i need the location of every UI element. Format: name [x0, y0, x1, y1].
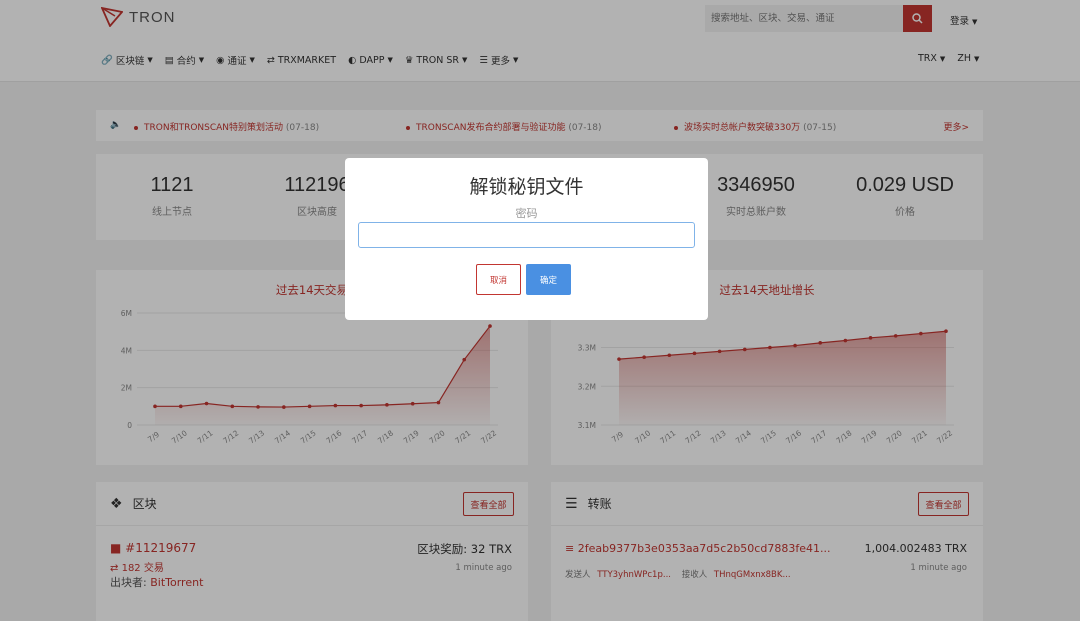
- password-input[interactable]: [358, 222, 695, 248]
- unlock-keystore-dialog: 解锁秘钥文件 密码 取消 确定: [345, 158, 708, 320]
- confirm-button[interactable]: 确定: [526, 264, 571, 295]
- cancel-button[interactable]: 取消: [476, 264, 521, 295]
- password-label: 密码: [515, 207, 538, 220]
- dialog-title: 解锁秘钥文件: [469, 176, 584, 198]
